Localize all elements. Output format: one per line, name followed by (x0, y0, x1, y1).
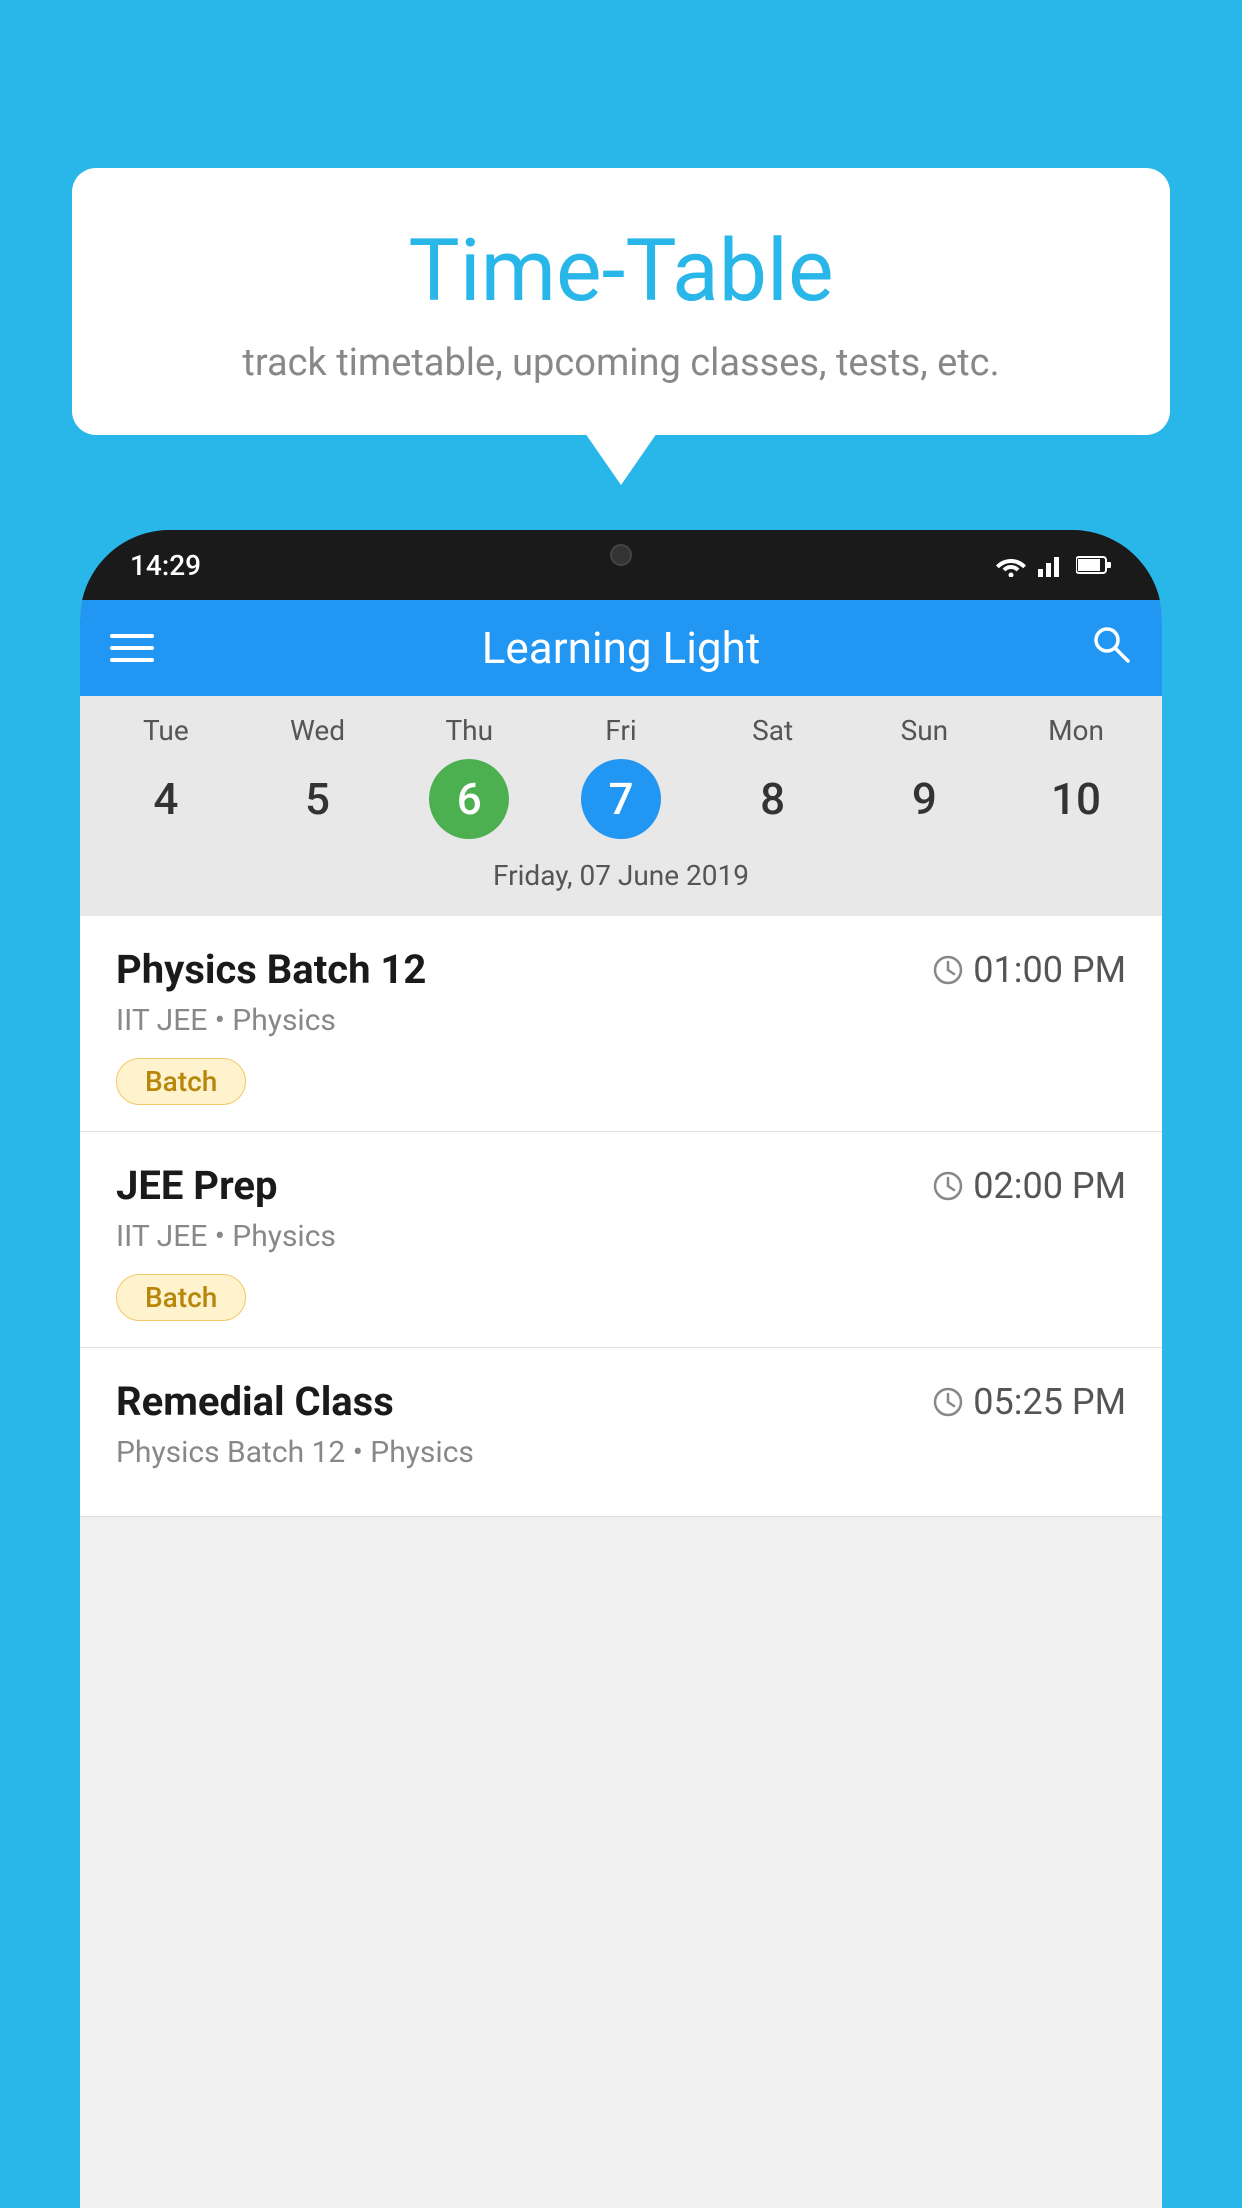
phone-frame: 14:29 (80, 530, 1162, 2208)
class-name: JEE Prep (116, 1162, 277, 1209)
app-screen: Learning Light Tue4Wed5Thu6Fri7Sat8Sun9M… (80, 600, 1162, 2208)
feature-title: Time-Table (132, 220, 1110, 321)
status-icons (994, 553, 1112, 577)
status-bar: 14:29 (80, 530, 1162, 600)
days-row: Tue 4 Wed 5 Thu 6 Fri 7 Sat 8 Sun 9 Mon 10 (80, 714, 1162, 839)
day-number: 8 (733, 759, 813, 839)
class-name: Physics Batch 12 (116, 946, 426, 993)
batch-badge: Batch (116, 1274, 246, 1321)
class-subject: IIT JEE • Physics (116, 1219, 1126, 1254)
day-number: 9 (884, 759, 964, 839)
class-time: 01:00 PM (933, 949, 1126, 991)
day-col-sun[interactable]: Sun 9 (864, 714, 984, 839)
speech-bubble-card: Time-Table track timetable, upcoming cla… (72, 168, 1170, 435)
day-col-thu[interactable]: Thu 6 (409, 714, 529, 839)
phone-notch (541, 530, 701, 580)
day-col-tue[interactable]: Tue 4 (106, 714, 226, 839)
class-list: Physics Batch 12 01:00 PM IIT JEE • Physic… (80, 916, 1162, 1517)
day-name: Wed (290, 714, 345, 747)
app-toolbar: Learning Light (80, 600, 1162, 696)
selected-date-label: Friday, 07 June 2019 (80, 849, 1162, 906)
calendar-strip: Tue 4 Wed 5 Thu 6 Fri 7 Sat 8 Sun 9 Mon 10 Friday, 07… (80, 696, 1162, 916)
class-item-header: Remedial Class 05:25 PM (116, 1378, 1126, 1425)
class-item-header: Physics Batch 12 01:00 PM (116, 946, 1126, 993)
class-name: Remedial Class (116, 1378, 394, 1425)
class-time: 02:00 PM (933, 1165, 1126, 1207)
battery-icon (1076, 555, 1112, 575)
day-col-fri[interactable]: Fri 7 (561, 714, 681, 839)
class-item-header: JEE Prep 02:00 PM (116, 1162, 1126, 1209)
day-name: Thu (445, 714, 493, 747)
day-number: 6 (429, 759, 509, 839)
status-time: 14:29 (130, 549, 201, 582)
day-number: 4 (126, 759, 206, 839)
day-name: Sat (752, 714, 793, 747)
day-number: 7 (581, 759, 661, 839)
search-button[interactable] (1088, 621, 1132, 675)
app-title: Learning Light (184, 622, 1058, 674)
batch-badge: Batch (116, 1058, 246, 1105)
feature-subtitle: track timetable, upcoming classes, tests… (132, 341, 1110, 385)
day-number: 10 (1036, 759, 1116, 839)
day-col-sat[interactable]: Sat 8 (713, 714, 833, 839)
day-name: Tue (143, 714, 189, 747)
day-col-mon[interactable]: Mon 10 (1016, 714, 1136, 839)
class-subject: IIT JEE • Physics (116, 1003, 1126, 1038)
hamburger-button[interactable] (110, 634, 154, 662)
clock-icon (933, 955, 963, 985)
clock-icon (933, 1387, 963, 1417)
day-name: Sun (901, 714, 949, 747)
clock-icon (933, 1171, 963, 1201)
wifi-icon (994, 553, 1028, 577)
class-time: 05:25 PM (933, 1381, 1126, 1423)
signal-icon (1038, 553, 1066, 577)
day-number: 5 (278, 759, 358, 839)
day-col-wed[interactable]: Wed 5 (258, 714, 378, 839)
class-subject: Physics Batch 12 • Physics (116, 1435, 1126, 1470)
class-item[interactable]: Physics Batch 12 01:00 PM IIT JEE • Physic… (80, 916, 1162, 1132)
class-item[interactable]: Remedial Class 05:25 PM Physics Batch 12 •… (80, 1348, 1162, 1517)
class-item[interactable]: JEE Prep 02:00 PM IIT JEE • Physics Batch (80, 1132, 1162, 1348)
day-name: Mon (1048, 714, 1104, 747)
day-name: Fri (605, 714, 636, 747)
camera-notch (610, 544, 632, 566)
